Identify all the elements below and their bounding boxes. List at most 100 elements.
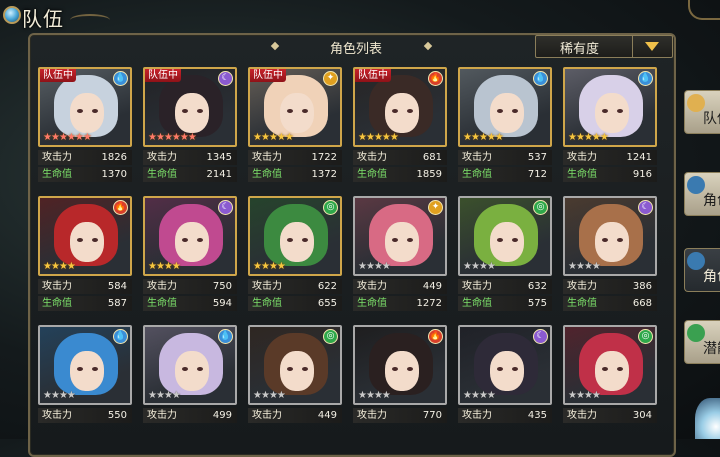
star-icon: ★ [66,390,76,401]
face-shape [280,351,314,391]
side-tab-0[interactable]: 队伍 [684,90,720,134]
face-shape [175,222,209,262]
attack-stat: 攻击力 449 [248,408,342,423]
light-element-icon: ✦ [428,200,443,215]
menu-gem-icon[interactable] [3,6,21,24]
star-icon: ★ [568,261,577,272]
face-shape [490,222,524,262]
attack-stat: 攻击力 1345 [143,150,237,165]
attack-stat-label: 攻击力 [462,281,492,292]
face-shape [490,351,524,391]
eye [497,367,503,371]
star-icon: ★ [50,132,60,143]
hp-stat: 生命值 575 [458,296,552,311]
character-card[interactable]: ☾ ★★★★ 攻击力 435 [458,325,552,443]
character-card[interactable]: 队伍中 ✦ ★★★★★ 攻击力 1722 生命值 1372 [248,67,342,185]
character-card[interactable]: 💧 ★★★★ 攻击力 499 [143,325,237,443]
star-icon: ★ [58,132,68,143]
attack-stat-label: 攻击力 [567,410,597,421]
in-team-badge: 队伍中 [145,69,181,82]
star-icon: ★ [575,390,585,401]
wind-element-icon: ◎ [323,329,338,344]
star-icon: ★ [591,390,601,401]
hp-stat: 生命值 594 [143,296,237,311]
lavender-hair-elf-portrait: 💧 ★★★★★ [563,67,657,147]
attack-stat-label: 攻击力 [462,152,492,163]
star-icon: ★ [50,261,60,272]
character-card[interactable]: ◎ ★★★★ 攻击力 632 生命值 575 [458,196,552,314]
hp-stat-label: 生命值 [357,298,387,309]
hp-stat-label: 生命值 [42,169,72,180]
character-card[interactable]: ✦ ★★★★ 攻击力 449 生命值 1272 [353,196,447,314]
hp-stat: 生命值 587 [38,296,132,311]
character-card[interactable]: ◎ ★★★★ 攻击力 304 [563,325,657,443]
water-element-icon: 💧 [638,71,653,86]
attack-stat: 攻击力 550 [38,408,132,423]
side-tab-3[interactable]: 潜能 [684,320,720,364]
face-shape [70,351,104,391]
dropdown-arrow-icon[interactable] [637,39,667,54]
attack-stat-label: 攻击力 [42,152,72,163]
rarity-stars: ★★★★ [253,261,286,273]
attack-stat: 攻击力 622 [248,279,342,294]
star-icon: ★ [373,261,383,272]
hp-stat-label: 生命值 [357,169,387,180]
rarity-stars: ★★★★ [358,261,391,273]
eye [302,238,308,242]
side-tab-1[interactable]: 角色 [684,172,720,216]
hp-stat-label: 生命值 [147,298,177,309]
character-card[interactable]: 💧 ★★★★★ 攻击力 537 生命值 712 [458,67,552,185]
character-card[interactable]: ◎ ★★★★ 攻击力 449 [248,325,342,443]
star-icon: ★ [43,261,52,272]
character-card[interactable]: ◎ ★★★★ 攻击力 622 生命值 655 [248,196,342,314]
star-icon: ★ [171,390,181,401]
character-card[interactable]: 队伍中 💧 ★★★★★★ 攻击力 1826 生命值 1370 [38,67,132,185]
rarity-stars: ★★★★ [43,261,76,273]
character-card[interactable]: 队伍中 🔥 ★★★★★ 攻击力 681 生命值 1859 [353,67,447,185]
water-element-icon: 💧 [113,329,128,344]
hp-stat-value: 1370 [101,169,127,180]
star-icon: ★ [575,132,585,143]
star-icon: ★ [155,132,165,143]
star-icon: ★ [82,132,92,143]
attack-stat: 攻击力 435 [458,408,552,423]
rarity-stars: ★★★★★★ [43,132,92,144]
eye [197,367,203,371]
character-card[interactable]: 队伍中 ☾ ★★★★★★ 攻击力 1345 生命值 2141 [143,67,237,185]
attack-stat-value: 622 [317,281,337,292]
hp-stat-label: 生命值 [567,298,597,309]
attack-stat-value: 1345 [206,152,232,163]
character-card[interactable]: 💧 ★★★★★ 攻击力 1241 生命值 916 [563,67,657,185]
star-icon: ★ [486,390,496,401]
star-icon: ★ [358,132,367,143]
character-card[interactable]: 💧 ★★★★ 攻击力 550 [38,325,132,443]
attack-stat-label: 攻击力 [252,152,282,163]
attack-stat-label: 攻击力 [42,410,72,421]
star-icon: ★ [470,390,480,401]
attack-stat: 攻击力 449 [353,279,447,294]
hp-stat-label: 生命值 [147,169,177,180]
character-card[interactable]: ☾ ★★★★ 攻击力 750 生命值 594 [143,196,237,314]
eye [287,238,293,242]
character-card[interactable]: 🔥 ★★★★ 攻击力 770 [353,325,447,443]
star-icon: ★ [389,132,399,143]
hp-stat: 生命值 655 [248,296,342,311]
rarity-stars: ★★★★ [463,390,496,402]
sort-dropdown[interactable]: 稀有度 [535,35,673,58]
attack-stat-value: 750 [212,281,232,292]
star-icon: ★ [276,132,286,143]
eye [407,238,413,242]
character-card[interactable]: 🔥 ★★★★ 攻击力 584 生命值 587 [38,196,132,314]
water-element-icon: 💧 [218,329,233,344]
star-icon: ★ [583,132,593,143]
character-card[interactable]: ☾ ★★★★ 攻击力 386 生命值 668 [563,196,657,314]
page-title: 队伍 [22,7,64,31]
face-shape [490,93,524,133]
eye [77,109,83,113]
hp-stat-value: 594 [212,298,232,309]
star-icon: ★ [463,132,472,143]
side-tab-2[interactable]: 角色 [684,248,720,292]
attack-stat-label: 攻击力 [567,152,597,163]
star-icon: ★ [58,390,68,401]
eye [617,367,623,371]
